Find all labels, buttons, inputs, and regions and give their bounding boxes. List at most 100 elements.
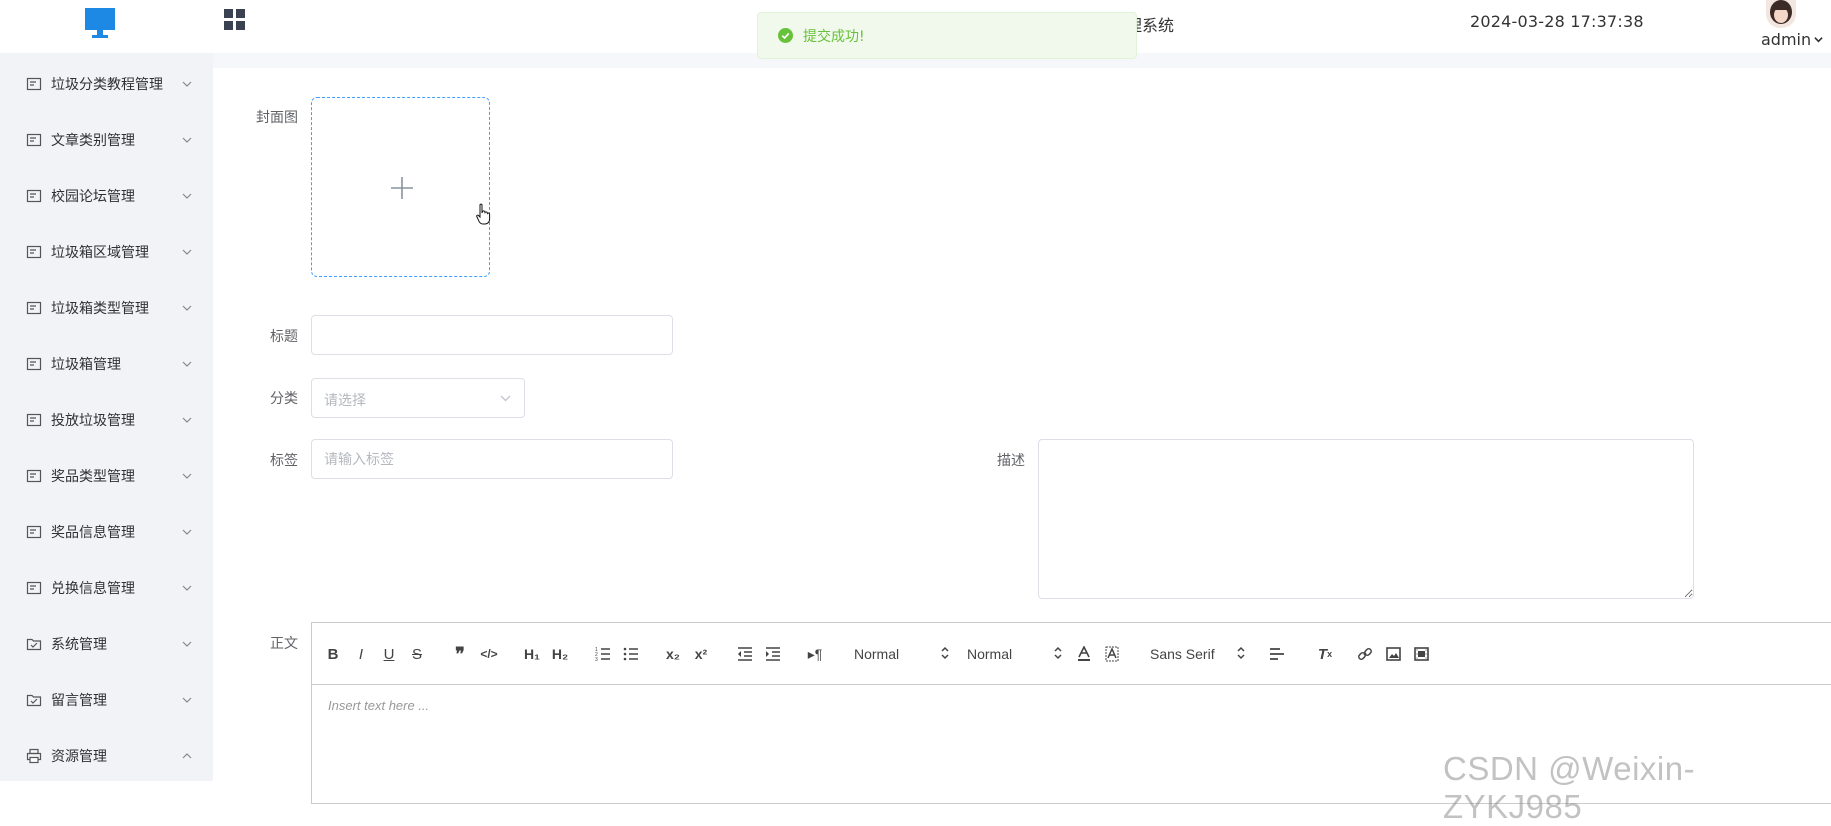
video-icon[interactable]	[1412, 645, 1430, 663]
text-direction-icon[interactable]: ▸¶	[806, 645, 824, 663]
sidebar-item[interactable]: 系统管理	[0, 616, 213, 672]
cover-label: 封面图	[256, 110, 298, 126]
blockquote-icon[interactable]: ❞	[452, 644, 468, 664]
header2-icon[interactable]: H₂	[550, 645, 570, 663]
ordered-list-icon[interactable]: 123	[594, 645, 612, 663]
sidebar-item-label: 留言管理	[51, 693, 107, 709]
sidebar-item[interactable]: 垃圾分类教程管理	[0, 56, 213, 112]
strike-icon[interactable]: S	[410, 645, 424, 663]
sidebar-item[interactable]: 留言管理	[0, 672, 213, 728]
picker-caret-icon	[1237, 646, 1245, 660]
chevron-down-icon	[182, 133, 192, 143]
bold-icon[interactable]: B	[326, 645, 340, 663]
chevron-down-icon	[182, 637, 192, 647]
sidebar-item-label: 垃圾箱类型管理	[51, 301, 149, 317]
tags-label: 标签	[270, 453, 298, 469]
doc-icon	[26, 300, 42, 316]
sidebar-item[interactable]: 垃圾箱类型管理	[0, 280, 213, 336]
avatar[interactable]	[1766, 0, 1796, 28]
chevron-down-icon	[1814, 37, 1823, 43]
doc-icon	[26, 412, 42, 428]
editor-toolbar: B I U S ❞ </> H₁ H₂ 123 x₂ x² ▸¶ Normal …	[312, 623, 1831, 685]
tags-input[interactable]	[311, 439, 673, 479]
plus-icon	[391, 177, 413, 199]
cover-upload[interactable]	[311, 97, 490, 277]
font-picker[interactable]: Sans Serif	[1150, 645, 1245, 663]
sidebar-item-label: 兑换信息管理	[51, 581, 135, 597]
sidebar-item[interactable]: 兑换信息管理	[0, 560, 213, 616]
underline-icon[interactable]: U	[382, 645, 396, 663]
header1-icon[interactable]: H₁	[522, 645, 542, 663]
editor-placeholder[interactable]: Insert text here ...	[328, 698, 429, 713]
folder-check-icon	[26, 692, 42, 708]
chevron-down-icon	[182, 357, 192, 367]
chevron-down-icon	[182, 525, 192, 535]
superscript-icon[interactable]: x²	[692, 645, 710, 663]
align-icon[interactable]	[1268, 645, 1286, 663]
user-menu[interactable]: admin	[1761, 30, 1823, 49]
doc-icon	[26, 468, 42, 484]
title-label: 标题	[270, 329, 298, 345]
category-select[interactable]: 请选择	[311, 378, 525, 418]
chevron-up-icon	[182, 749, 192, 759]
svg-text:3: 3	[595, 657, 598, 661]
bullet-list-icon[interactable]	[622, 645, 640, 663]
sidebar-item-label: 垃圾分类教程管理	[51, 77, 163, 93]
submenu-item[interactable]	[0, 781, 213, 811]
clear-format-icon[interactable]: Tx	[1316, 645, 1334, 663]
sidebar-item[interactable]: 文章类别管理	[0, 112, 213, 168]
chevron-down-icon	[182, 413, 192, 423]
font-picker-label: Sans Serif	[1150, 646, 1215, 662]
category-label: 分类	[270, 391, 298, 407]
image-icon[interactable]	[1384, 645, 1402, 663]
printer-icon	[26, 748, 42, 764]
background-color-icon[interactable]	[1104, 645, 1120, 663]
indent-icon[interactable]	[764, 645, 782, 663]
header-picker[interactable]: Normal	[854, 645, 949, 663]
chevron-down-icon	[182, 469, 192, 479]
app-grid-icon[interactable]	[224, 9, 246, 35]
outdent-icon[interactable]	[736, 645, 754, 663]
doc-icon	[26, 132, 42, 148]
chevron-down-icon	[182, 693, 192, 703]
toast-message: 提交成功!	[803, 28, 865, 45]
header-picker-label: Normal	[854, 646, 900, 662]
text-color-icon[interactable]	[1076, 645, 1092, 663]
monitor-logo-icon[interactable]	[84, 7, 116, 39]
folder-check-icon	[26, 636, 42, 652]
code-block-icon[interactable]: </>	[480, 645, 498, 663]
current-datetime: 2024-03-28 17:37:38	[1470, 12, 1644, 31]
size-picker[interactable]: Normal	[967, 645, 1062, 663]
link-icon[interactable]	[1356, 645, 1374, 663]
chevron-down-icon	[500, 395, 511, 402]
sidebar-item[interactable]: 资源管理	[0, 728, 213, 784]
watermark: CSDN @Weixin-ZYKJ985	[1443, 750, 1696, 825]
chevron-down-icon	[182, 245, 192, 255]
user-name: admin	[1761, 30, 1812, 49]
doc-icon	[26, 356, 42, 372]
sidebar-item[interactable]: 投放垃圾管理	[0, 392, 213, 448]
sidebar-item-label: 垃圾箱管理	[51, 357, 121, 373]
picker-caret-icon	[941, 646, 949, 660]
italic-icon[interactable]: I	[354, 645, 368, 663]
sidebar-item[interactable]: 垃圾箱区域管理	[0, 224, 213, 280]
chevron-down-icon	[182, 301, 192, 311]
sidebar-item[interactable]: 奖品类型管理	[0, 448, 213, 504]
size-picker-label: Normal	[967, 646, 1013, 662]
sidebar-item-label: 资源管理	[51, 749, 107, 765]
success-toast: 提交成功!	[757, 12, 1137, 59]
sidebar-item-label: 校园论坛管理	[51, 189, 135, 205]
sidebar-item[interactable]: 校园论坛管理	[0, 168, 213, 224]
title-input[interactable]	[311, 315, 673, 355]
subscript-icon[interactable]: x₂	[664, 645, 682, 663]
doc-icon	[26, 580, 42, 596]
sidebar-item-label: 奖品信息管理	[51, 525, 135, 541]
sidebar: 垃圾分类教程管理文章类别管理校园论坛管理垃圾箱区域管理垃圾箱类型管理 垃圾箱管理投…	[0, 53, 213, 811]
success-check-icon	[778, 28, 793, 43]
hand-cursor-icon	[476, 203, 492, 231]
desc-textarea[interactable]	[1038, 439, 1694, 599]
sidebar-item[interactable]: 垃圾箱管理	[0, 336, 213, 392]
doc-icon	[26, 244, 42, 260]
sidebar-item[interactable]: 奖品信息管理	[0, 504, 213, 560]
body-label: 正文	[270, 636, 298, 652]
